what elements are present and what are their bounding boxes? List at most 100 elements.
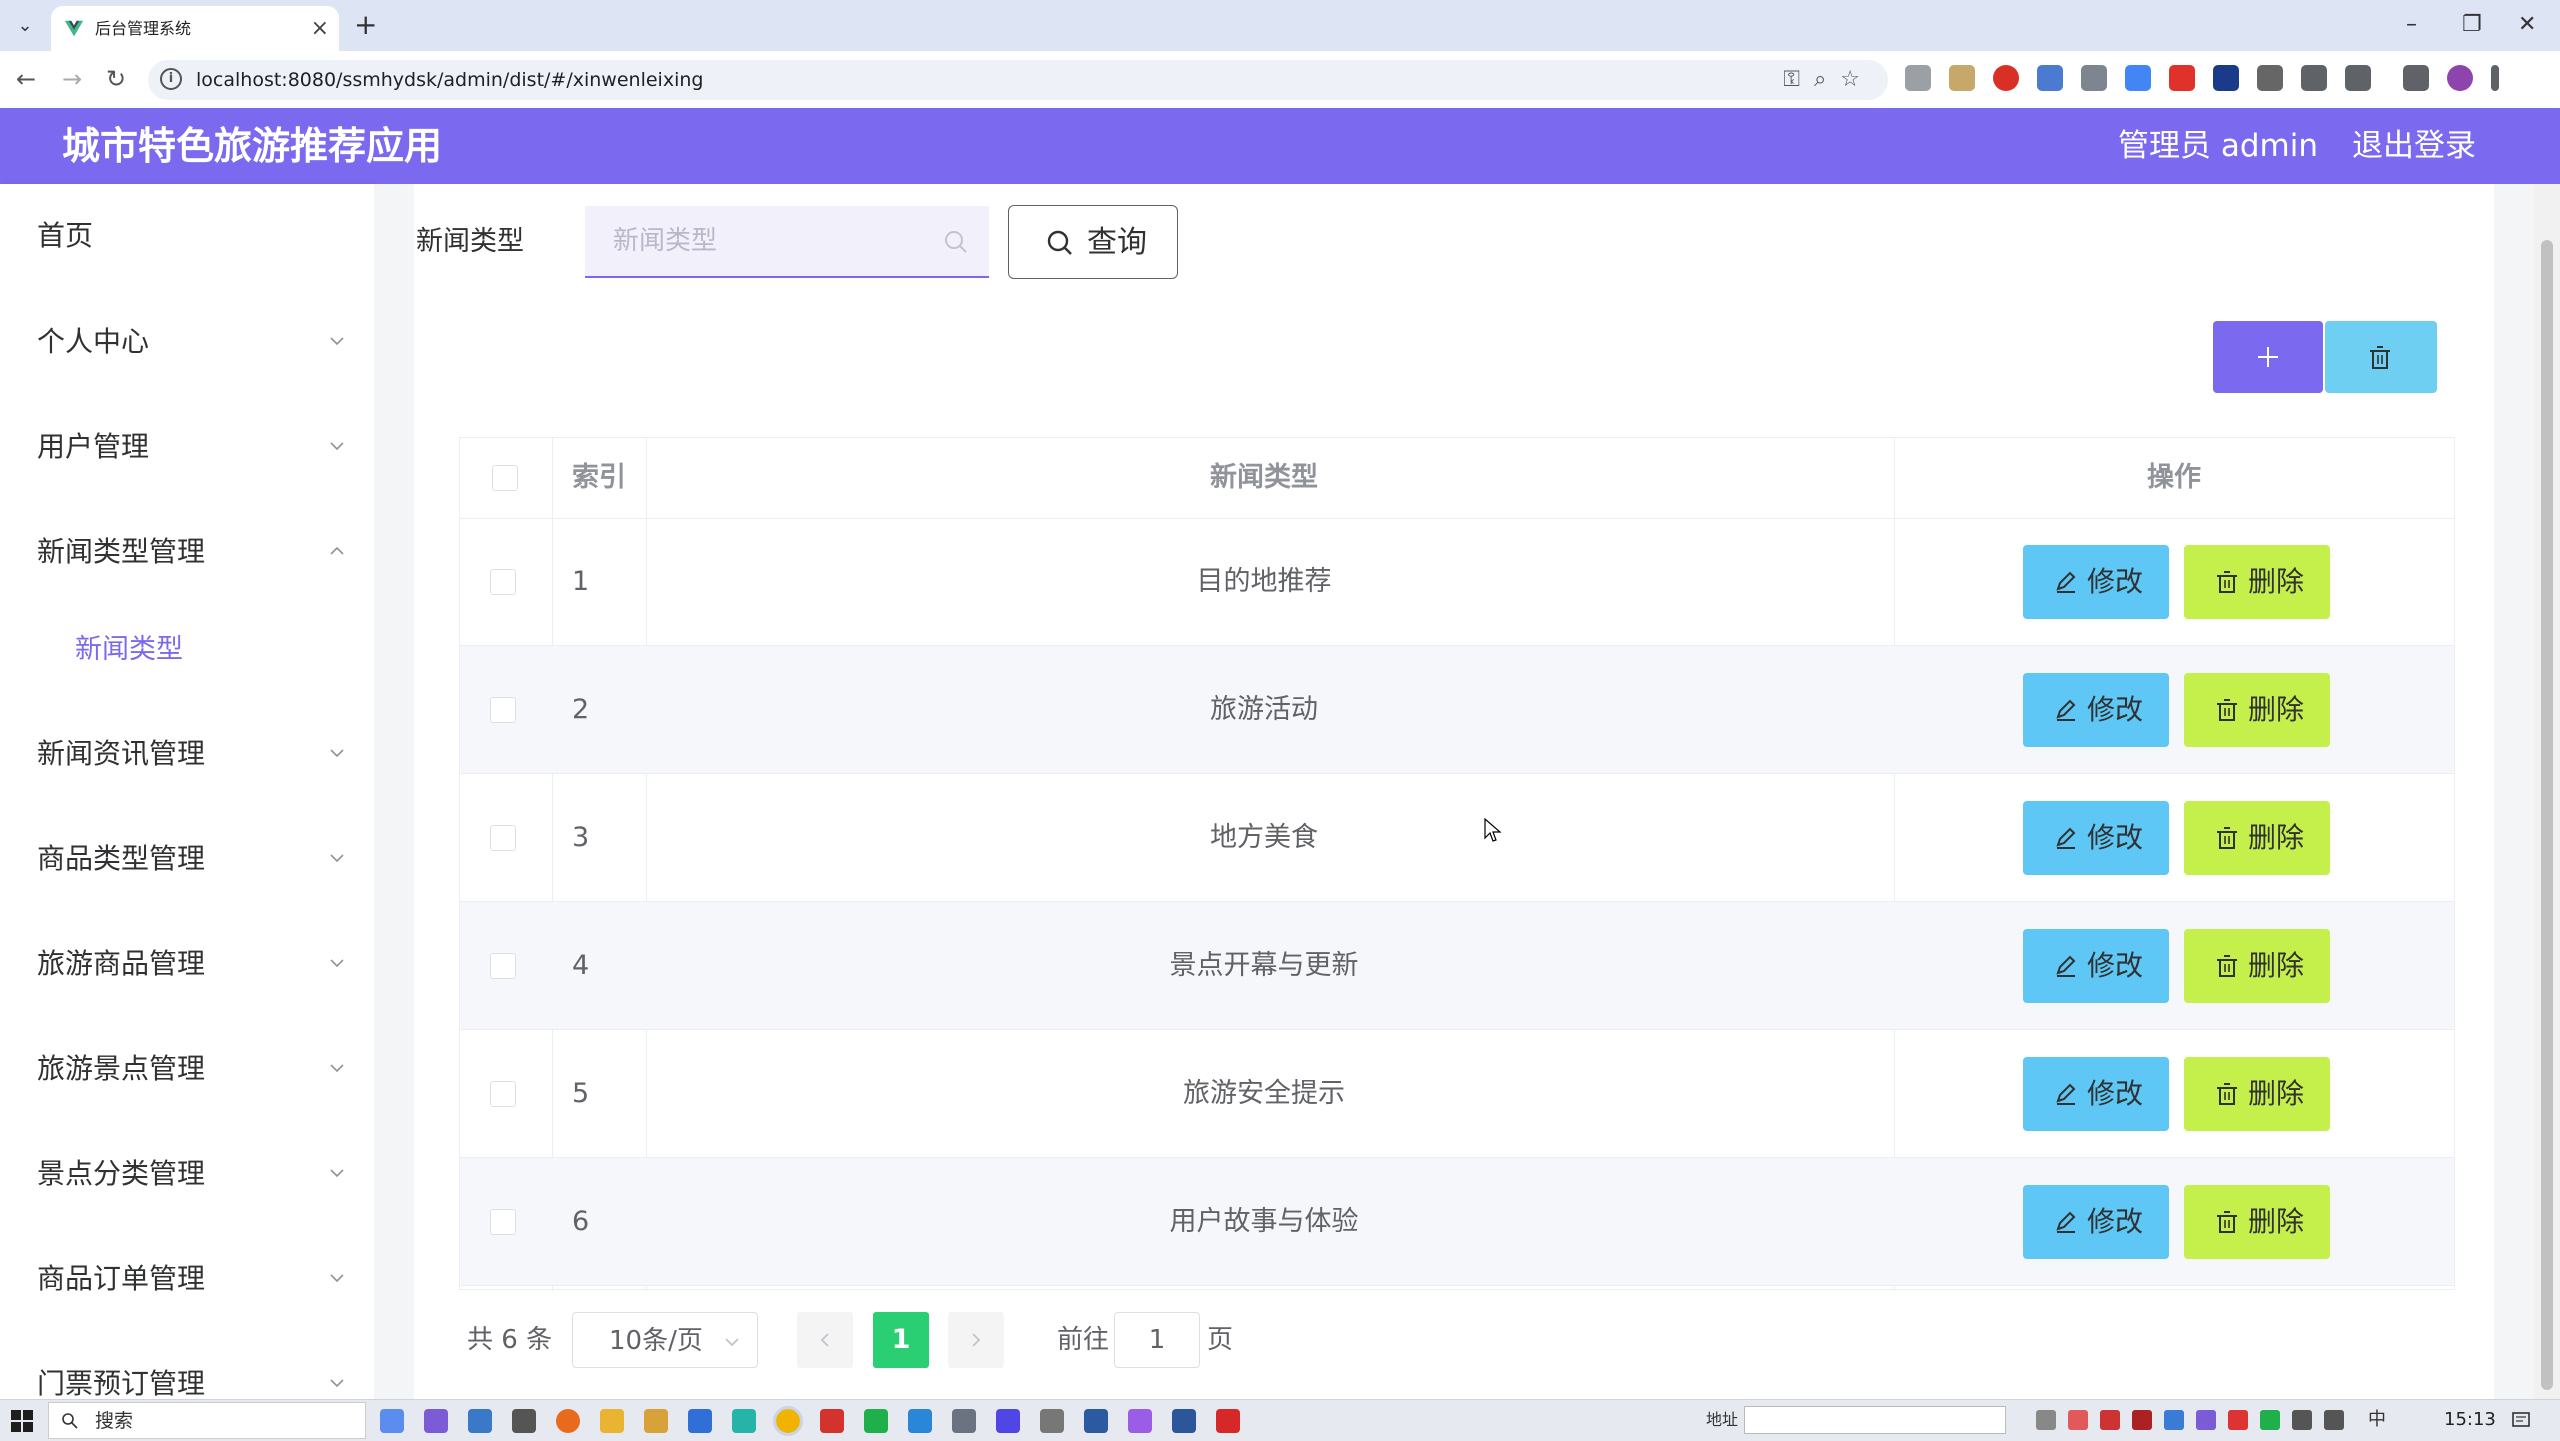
taskbar-app-icon[interactable]	[468, 1409, 492, 1433]
copy-extension-icon[interactable]	[2081, 65, 2107, 91]
folder-icon[interactable]	[600, 1409, 624, 1433]
page-number-current[interactable]: 1	[873, 1312, 929, 1368]
tray-icon[interactable]	[2228, 1410, 2248, 1430]
sidebar-item-order-management[interactable]: 商品订单管理	[0, 1239, 374, 1319]
tray-icon[interactable]	[2036, 1410, 2056, 1430]
delete-button[interactable]: 删除	[2184, 545, 2330, 619]
taskbar-clock[interactable]: 15:13	[2444, 1408, 2496, 1432]
tray-icon[interactable]	[2260, 1410, 2280, 1430]
taskbar-app-icon[interactable]	[380, 1409, 404, 1433]
row-checkbox[interactable]	[490, 697, 516, 723]
edit-button[interactable]: 修改	[2023, 545, 2169, 619]
taskbar-app-icon[interactable]	[732, 1409, 756, 1433]
sidebar-item-travel-product-management[interactable]: 旅游商品管理	[0, 924, 374, 1004]
bookmark-star-icon[interactable]: ☆	[1840, 67, 1874, 92]
sidebar-item-personal-center[interactable]: 个人中心	[0, 302, 374, 382]
taskbar-app-icon[interactable]	[952, 1409, 976, 1433]
tab-close-icon[interactable]: ×	[311, 16, 329, 42]
prev-page-button[interactable]	[797, 1312, 853, 1368]
next-page-button[interactable]	[948, 1312, 1004, 1368]
close-window-button[interactable]: ✕	[2518, 10, 2536, 40]
profile-avatar-icon[interactable]	[2447, 65, 2473, 91]
wechat-icon[interactable]	[864, 1409, 888, 1433]
tray-icon[interactable]	[2164, 1410, 2184, 1430]
sidebar-item-product-type-management[interactable]: 商品类型管理	[0, 819, 374, 899]
taskbar-address-input[interactable]	[1744, 1406, 2006, 1434]
row-checkbox[interactable]	[490, 1081, 516, 1107]
delete-button[interactable]: 删除	[2184, 1057, 2330, 1131]
delete-button[interactable]: 删除	[2184, 801, 2330, 875]
taskbar-app-icon[interactable]	[996, 1409, 1020, 1433]
ime-indicator[interactable]: 中	[2368, 1408, 2386, 1432]
edit-button[interactable]: 修改	[2023, 1185, 2169, 1259]
taskbar-app-icon[interactable]	[1216, 1409, 1240, 1433]
edit-button[interactable]: 修改	[2023, 673, 2169, 747]
browser-tab[interactable]: 后台管理系统 ×	[51, 6, 339, 51]
translate-extension-icon[interactable]	[2125, 65, 2151, 91]
tab-search-chevron-icon[interactable]: ⌄	[10, 14, 40, 38]
minimize-button[interactable]: –	[2406, 10, 2417, 40]
address-bar[interactable]: i localhost:8080/ssmhydsk/admin/dist/#/x…	[148, 60, 1888, 100]
tray-icon[interactable]	[2196, 1410, 2216, 1430]
shield-extension-icon[interactable]	[1993, 65, 2019, 91]
taskbar-app-icon[interactable]	[1084, 1409, 1108, 1433]
goto-page-input[interactable]	[1114, 1312, 1200, 1368]
back-arrow-icon[interactable]: ←	[16, 63, 36, 95]
sidebar-item-scenic-spot-management[interactable]: 旅游景点管理	[0, 1029, 374, 1109]
address-url[interactable]: localhost:8080/ssmhydsk/admin/dist/#/xin…	[196, 68, 703, 92]
notification-icon[interactable]	[2510, 1409, 2532, 1431]
windows-start-icon[interactable]	[10, 1409, 34, 1433]
forward-arrow-icon[interactable]: →	[62, 63, 82, 95]
taskbar-search[interactable]: 搜索	[48, 1402, 366, 1439]
reload-icon[interactable]: ↻	[106, 63, 126, 95]
batch-delete-button[interactable]	[2325, 321, 2437, 393]
tray-icon[interactable]	[2068, 1410, 2088, 1430]
download-icon[interactable]	[2403, 65, 2429, 91]
sidebar-item-spot-category-management[interactable]: 景点分类管理	[0, 1134, 374, 1214]
wps-icon[interactable]	[820, 1409, 844, 1433]
camera-extension-icon[interactable]	[1905, 65, 1931, 91]
folder-icon[interactable]	[644, 1409, 668, 1433]
taskbar-app-icon[interactable]	[512, 1409, 536, 1433]
page-size-select[interactable]: 10条/页	[572, 1312, 758, 1368]
search-extension-icon[interactable]	[2257, 65, 2283, 91]
taskbar-app-icon[interactable]	[1040, 1409, 1064, 1433]
sidebar-item-user-management[interactable]: 用户管理	[0, 407, 374, 487]
word-icon[interactable]	[1172, 1409, 1196, 1433]
row-checkbox[interactable]	[490, 953, 516, 979]
taskbar-app-icon[interactable]	[688, 1409, 712, 1433]
address-bar-actions[interactable]: ⚿⌕☆	[1783, 66, 1874, 94]
select-all-checkbox[interactable]	[492, 465, 518, 491]
site-info-icon[interactable]: i	[160, 68, 182, 90]
taskbar-app-icon[interactable]	[424, 1409, 448, 1433]
row-checkbox[interactable]	[490, 1209, 516, 1235]
delete-button[interactable]: 删除	[2184, 673, 2330, 747]
sidebar-subitem-news-type[interactable]: 新闻类型	[0, 612, 374, 688]
row-checkbox[interactable]	[490, 825, 516, 851]
taskbar-app-icon[interactable]	[1128, 1409, 1152, 1433]
row-checkbox[interactable]	[490, 569, 516, 595]
tray-icon[interactable]	[2100, 1410, 2120, 1430]
tray-icon[interactable]	[2132, 1410, 2152, 1430]
maximize-button[interactable]: ❐	[2462, 10, 2482, 40]
sidebar-item-home[interactable]: 首页	[0, 196, 374, 276]
chrome-icon[interactable]	[773, 1406, 803, 1436]
edit-button[interactable]: 修改	[2023, 1057, 2169, 1131]
volume-icon[interactable]	[2324, 1410, 2344, 1430]
network-extension-icon[interactable]	[2037, 65, 2063, 91]
puzzle-extensions-icon[interactable]	[2345, 65, 2371, 91]
zoom-icon[interactable]: ⌕	[1814, 67, 1840, 92]
password-key-icon[interactable]: ⚿	[1783, 67, 1814, 92]
query-button[interactable]: 查询	[1008, 205, 1178, 279]
pdf-extension-icon[interactable]	[2169, 65, 2195, 91]
edit-button[interactable]: 修改	[2023, 801, 2169, 875]
sidebar-item-news-management[interactable]: 新闻资讯管理	[0, 714, 374, 794]
network-icon[interactable]	[2292, 1410, 2312, 1430]
firefox-icon[interactable]	[556, 1409, 580, 1433]
sidebar-item-news-type-management[interactable]: 新闻类型管理	[0, 512, 374, 592]
delete-button[interactable]: 删除	[2184, 929, 2330, 1003]
image-extension-icon[interactable]	[1949, 65, 1975, 91]
logout-button[interactable]: 退出登录	[2352, 126, 2476, 166]
browser-menu-icon[interactable]	[2491, 65, 2499, 91]
edit-button[interactable]: 修改	[2023, 929, 2169, 1003]
